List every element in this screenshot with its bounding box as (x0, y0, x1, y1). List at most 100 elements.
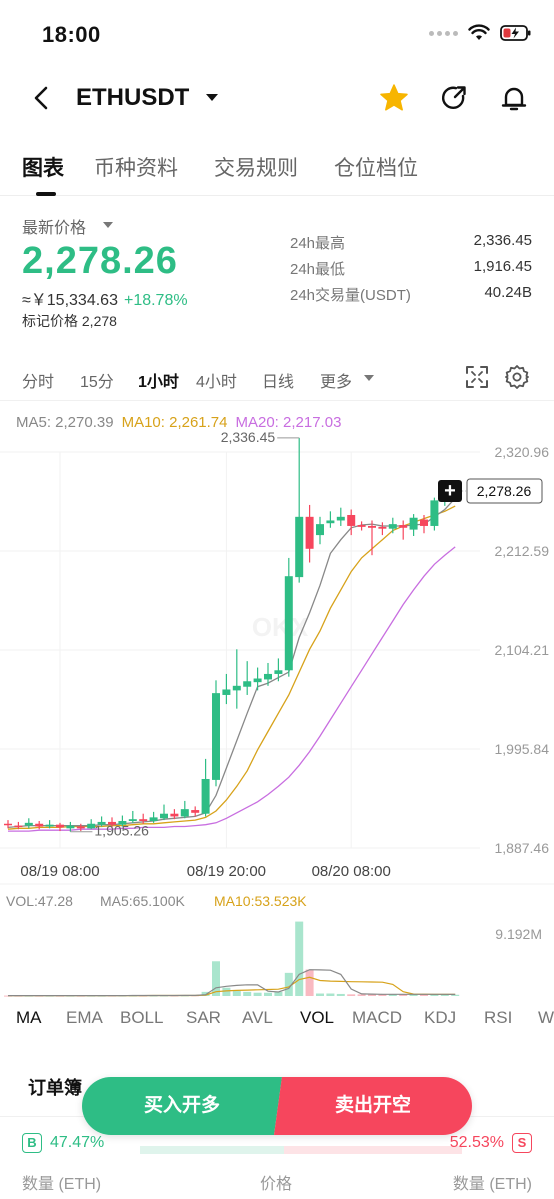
candle-body (128, 819, 137, 822)
col-qty-right: 数量 (ETH) (452, 1176, 532, 1193)
candle-body (66, 825, 75, 829)
buy-long-button[interactable]: 买入开多 (82, 1077, 282, 1135)
indicator-sar[interactable]: SAR (186, 1008, 221, 1028)
bell-icon[interactable] (498, 82, 530, 114)
volume-bar (316, 993, 324, 996)
header: ETHUSDT (0, 72, 554, 126)
vol-y-tick-label: 9.192M (495, 926, 542, 942)
ma20-line (8, 546, 456, 832)
candle-body (222, 689, 231, 695)
tab-chart[interactable]: 图表 (22, 152, 64, 182)
candle-body (357, 525, 366, 527)
stat-label: 24h最低 (290, 261, 346, 278)
ma5-legend: MA5: 2,270.39 (16, 414, 114, 431)
y-tick-label: 2,212.59 (495, 543, 550, 559)
interval-15m[interactable]: 15分 (80, 368, 114, 392)
candle-body (264, 673, 272, 680)
interval-more[interactable]: 更多 (320, 368, 352, 392)
interval-bar: 分时 15分 1小时 4小时 日线 更多 (0, 358, 554, 396)
ma5-line (7, 497, 456, 829)
trade-buttons: 买入开多 卖出开空 (82, 1077, 472, 1135)
indicator-w[interactable]: W (538, 1008, 554, 1028)
candle-body (170, 813, 179, 817)
caret-down-icon[interactable] (364, 375, 374, 381)
indicator-ma[interactable]: MA (16, 1008, 42, 1028)
candle-body (24, 822, 33, 826)
ma10-legend: MA10: 2,261.74 (121, 414, 228, 431)
signal-icon (429, 30, 458, 36)
volume-bar (326, 993, 335, 996)
indicator-kdj[interactable]: KDJ (424, 1008, 456, 1028)
interval-4h[interactable]: 4小时 (196, 368, 237, 392)
tab-coin-info[interactable]: 币种资料 (94, 152, 178, 182)
back-icon[interactable] (28, 84, 56, 112)
stats-24h: 24h最高 2,336.45 24h最低 1,916.45 24h交易量(USDT)… (290, 232, 532, 310)
latest-price-label[interactable]: 最新价格 (22, 214, 86, 238)
vol-ma5-legend: MA5:65.100K (100, 893, 185, 909)
share-icon[interactable] (438, 82, 470, 114)
x-tick-label: 08/19 20:00 (187, 863, 266, 880)
pair-title[interactable]: ETHUSDT (76, 84, 189, 112)
buy-badge: B (22, 1133, 42, 1153)
battery-icon (500, 25, 531, 41)
candle-body (212, 693, 220, 780)
candle-body (388, 524, 397, 529)
buy-sell-ratio: B 47.47% 52.53% S (22, 1132, 532, 1156)
indicator-boll[interactable]: BOLL (120, 1008, 163, 1028)
sell-badge: S (512, 1133, 532, 1153)
candle-body (160, 813, 168, 819)
sell-percentage: 52.53% (449, 1134, 504, 1151)
interval-1h[interactable]: 1小时 (138, 368, 179, 392)
vol-ma5-line (8, 969, 456, 997)
candle-body (180, 809, 189, 817)
candle-body (243, 681, 252, 687)
order-book-title: 订单簿 (28, 1078, 82, 1098)
indicator-rsi[interactable]: RSI (484, 1008, 512, 1028)
sell-ratio-bar (284, 1146, 462, 1154)
y-tick-label: 2,320.96 (495, 444, 550, 460)
candle-body (149, 817, 158, 822)
plus-icon: + (444, 480, 456, 502)
volume-bar (336, 993, 345, 996)
tab-trading-rules[interactable]: 交易规则 (214, 152, 298, 182)
candle-body (35, 823, 44, 827)
candle-body (409, 517, 418, 530)
status-icons (429, 24, 532, 42)
candle-body (253, 678, 262, 683)
volume-bar (222, 987, 231, 996)
gear-icon[interactable] (504, 364, 530, 390)
candle-body (295, 516, 304, 578)
volume-bar (347, 994, 356, 996)
sell-short-button[interactable]: 卖出开空 (274, 1077, 472, 1135)
chevron-down-icon[interactable] (206, 94, 218, 101)
col-qty-left: 数量 (ETH) (22, 1176, 102, 1193)
x-tick-label: 08/20 08:00 (312, 863, 391, 880)
favorite-star-icon[interactable] (378, 82, 410, 114)
cny-price: ≈￥15,334.63 (22, 292, 118, 309)
wifi-icon (468, 24, 490, 40)
indicator-ema[interactable]: EMA (66, 1008, 103, 1028)
candlestick-chart[interactable]: 2,320.96 2,212.59 2,104.21 1,995.84 1,887.46… (0, 400, 554, 1000)
indicator-vol[interactable]: VOL (300, 1008, 334, 1028)
caret-down-icon[interactable] (103, 222, 113, 228)
candle-body (45, 824, 54, 827)
candle-body (56, 824, 64, 828)
indicator-macd[interactable]: MACD (352, 1008, 402, 1028)
fullscreen-icon[interactable] (464, 364, 490, 390)
candle-body (399, 525, 408, 528)
tab-active-indicator (36, 192, 56, 196)
ma10-line (7, 505, 456, 830)
interval-timeline[interactable]: 分时 (22, 368, 54, 392)
high-price-label: 2,336.45 (221, 429, 276, 445)
indicator-avl[interactable]: AVL (242, 1008, 273, 1028)
candle-body (378, 526, 387, 529)
status-bar: 18:00 (0, 0, 554, 70)
candle-body (139, 819, 148, 822)
candle-body (14, 825, 23, 828)
interval-1d[interactable]: 日线 (262, 368, 294, 392)
last-price: 2,278.26 (22, 240, 178, 282)
candle-body (191, 810, 200, 813)
tab-position-tiers[interactable]: 仓位档位 (334, 152, 418, 182)
main-tabs: 图表 币种资料 交易规则 仓位档位 (0, 140, 554, 196)
candle-body (347, 514, 356, 526)
